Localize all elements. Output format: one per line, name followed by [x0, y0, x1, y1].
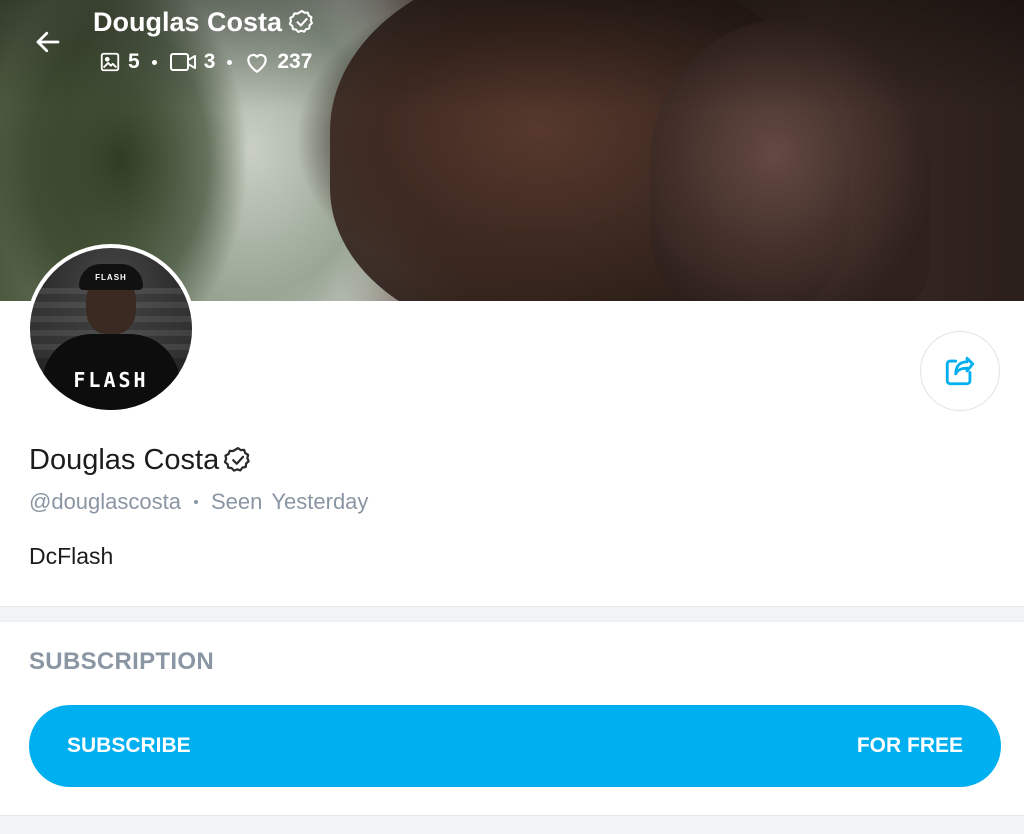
heart-icon: [247, 53, 268, 73]
header-name: Douglas Costa: [93, 6, 283, 37]
stats-separator: [151, 59, 157, 65]
avatar-shirt-text: FLASH: [42, 334, 180, 410]
arrow-left-icon: [36, 31, 60, 53]
like-count: 237: [277, 50, 313, 73]
subscription-title: SUBSCRIPTION: [29, 648, 214, 675]
subscribe-button[interactable]: SUBSCRIBE FOR FREE: [29, 705, 1001, 787]
video-camera-icon: [169, 53, 196, 71]
last-seen-label: Seen: [210, 489, 263, 514]
profile-meta: @douglascosta Seen Yesterday: [29, 488, 368, 516]
username[interactable]: @douglascosta: [29, 489, 181, 515]
subscribe-label: SUBSCRIBE: [67, 734, 191, 757]
profile-bio: DcFlash: [29, 543, 114, 569]
avatar-cap-text: FLASH: [79, 264, 143, 290]
stats-separator: [227, 59, 233, 65]
profile-name: Douglas Costa: [29, 440, 253, 480]
verified-badge-icon: [288, 9, 313, 33]
section-divider: [0, 606, 1024, 622]
back-button[interactable]: [28, 22, 68, 62]
video-count: 3: [203, 50, 216, 73]
profile-name-text: Douglas Costa: [29, 443, 220, 476]
share-button[interactable]: [920, 331, 1000, 411]
section-divider: [0, 815, 1024, 834]
avatar-image: FLASH FLASH: [30, 248, 192, 410]
meta-separator: [193, 500, 198, 504]
photo-count: 5: [128, 50, 140, 73]
verified-badge-icon: [224, 447, 250, 472]
top-bar: Douglas Costa 5 3 237: [0, 0, 1024, 90]
image-icon: [100, 52, 120, 72]
avatar[interactable]: FLASH FLASH: [26, 244, 196, 414]
header-title: Douglas Costa: [93, 4, 316, 40]
header-stats: 5 3 237: [99, 49, 312, 75]
share-icon: [945, 356, 975, 386]
last-seen-value: Yesterday: [271, 489, 369, 514]
subscribe-price: FOR FREE: [856, 734, 963, 757]
